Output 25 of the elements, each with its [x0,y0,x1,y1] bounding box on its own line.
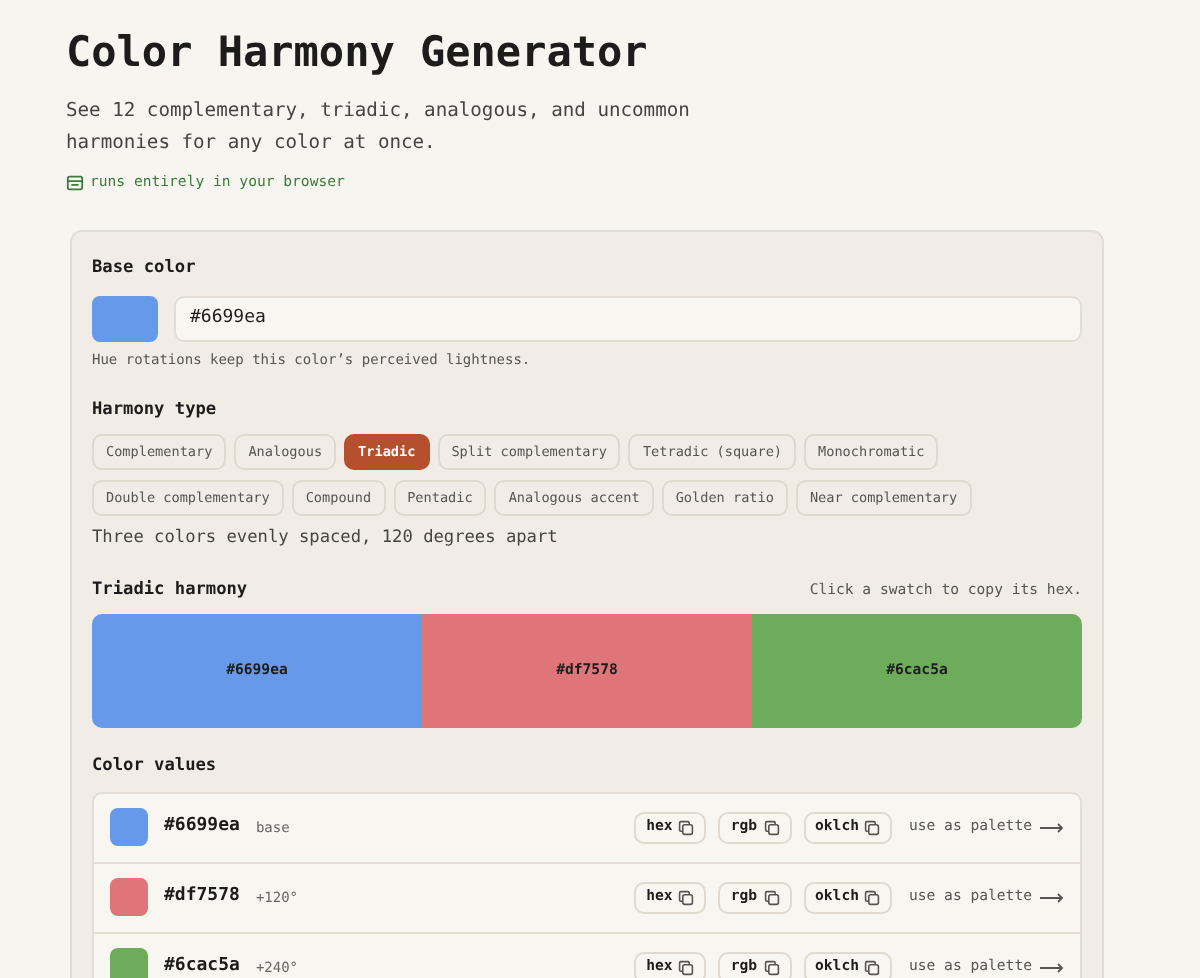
copy-icon [678,819,695,836]
arrow-icon [1040,961,1064,974]
hex-input-field[interactable]: #6699ea [174,295,1082,342]
hex-value: #6cac5a [164,954,240,978]
copy-icon [763,889,780,906]
arrow-icon [1040,821,1064,834]
section-label: Harmony type [92,398,217,425]
copy-icon [763,959,780,976]
copy-icon [864,959,881,976]
harmony-description: Three colors evenly spaced, 120 degrees apart [92,526,558,553]
page-subtitle: See 12 complementary, triadic, analogous, and uncommon harmonies for any color at once. [66,98,692,158]
color-swatch[interactable] [92,295,158,342]
section-label: Triadic harmony [92,578,248,604]
copy-icon [864,889,881,906]
hex-value: #df7578 [164,884,240,911]
copy-icon [678,959,695,976]
browser-icon [66,173,84,192]
section-label: Base color [92,255,196,282]
copy-icon [864,819,881,836]
hex-value: #6699ea [164,814,240,841]
arrow-icon [1040,891,1064,904]
copy-icon [678,889,695,906]
page-title: Color Harmony Generator [66,26,648,80]
section-label: Color values [92,754,217,780]
copy-icon [763,819,780,836]
